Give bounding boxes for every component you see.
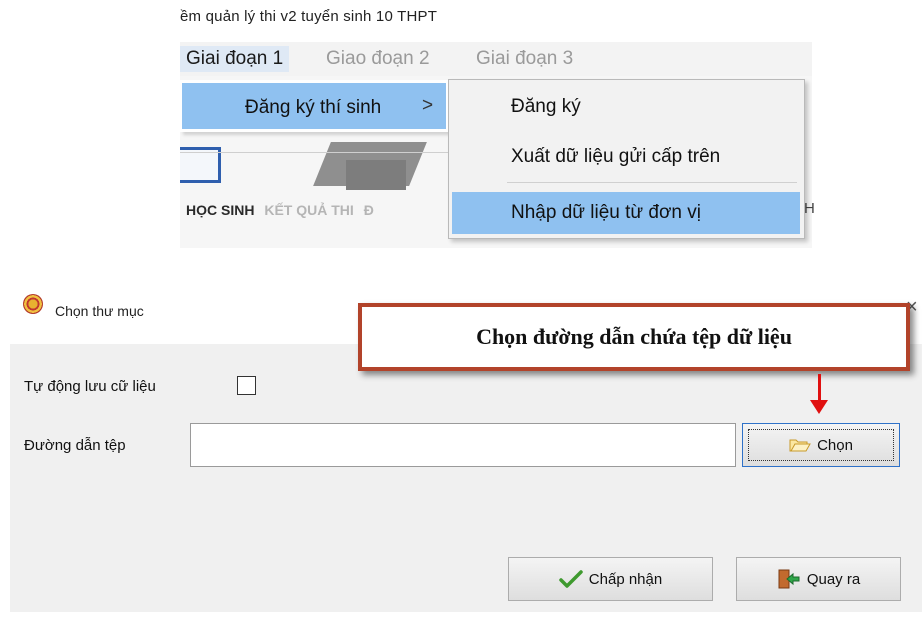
dialog-title: Chọn thư mục [55,303,144,319]
exit-button[interactable]: Quay ra [736,557,901,601]
menu-item-nhap-du-lieu[interactable]: Nhập dữ liệu từ đơn vị [511,202,701,224]
partial-label-right: H [804,200,815,217]
file-path-label: Đường dẫn tệp [24,437,126,454]
menu-separator [507,182,797,183]
auto-save-checkbox[interactable] [237,376,256,395]
annotation-callout: Chọn đường dẫn chứa tệp dữ liệu [358,303,910,371]
menu-item-xuat-du-lieu[interactable]: Xuất dữ liệu gửi cấp trên [511,146,720,168]
browse-button[interactable]: Chọn [742,423,900,467]
menu-bar: Giai đoạn 1 Giao đoạn 2 Giai đoạn 3 [180,42,812,76]
menu-giai-doan-3[interactable]: Giai đoạn 3 [476,48,573,70]
submenu-item-label: Đăng ký thí sinh [245,97,382,118]
window-title-fragment: ềm quản lý thi v2 tuyển sinh 10 THPT [180,8,438,25]
arrow-down-icon [810,400,828,414]
menu-item-dang-ky[interactable]: Đăng ký [511,96,581,118]
toolbar-divider [180,152,450,153]
focus-rectangle [748,429,894,461]
exit-door-icon [778,569,800,589]
submenu-level2: Đăng ký Xuất dữ liệu gửi cấp trên Nhập d… [448,79,805,239]
app-seal-icon [23,294,43,314]
auto-save-label: Tự động lưu cữ liệu [24,378,156,395]
submenu-level1: Đăng ký thí sinh > [180,80,448,132]
tab-ket-qua-thi[interactable]: KẾT QUẢ THI [264,202,353,218]
tab-partial[interactable]: Đ [364,202,374,218]
menu-giai-doan-2[interactable]: Giao đoạn 2 [326,48,430,70]
chevron-right-icon: > [422,95,434,116]
menu-giai-doan-1[interactable]: Giai đoạn 1 [180,46,290,72]
accept-button[interactable]: Chấp nhận [508,557,713,601]
decorative-shape-2 [346,160,406,190]
module-tabs: HỌC SINH KẾT QUẢ THI Đ [186,202,374,218]
exit-button-label: Quay ra [806,570,861,588]
accept-button-label: Chấp nhận [588,570,663,588]
checkmark-icon [559,570,583,588]
tab-hoc-sinh[interactable]: HỌC SINH [186,202,254,218]
file-path-input[interactable] [190,423,736,467]
annotation-text: Chọn đường dẫn chứa tệp dữ liệu [476,324,792,349]
submenu-item-dang-ky-thi-sinh[interactable]: Đăng ký thí sinh > [182,83,446,129]
